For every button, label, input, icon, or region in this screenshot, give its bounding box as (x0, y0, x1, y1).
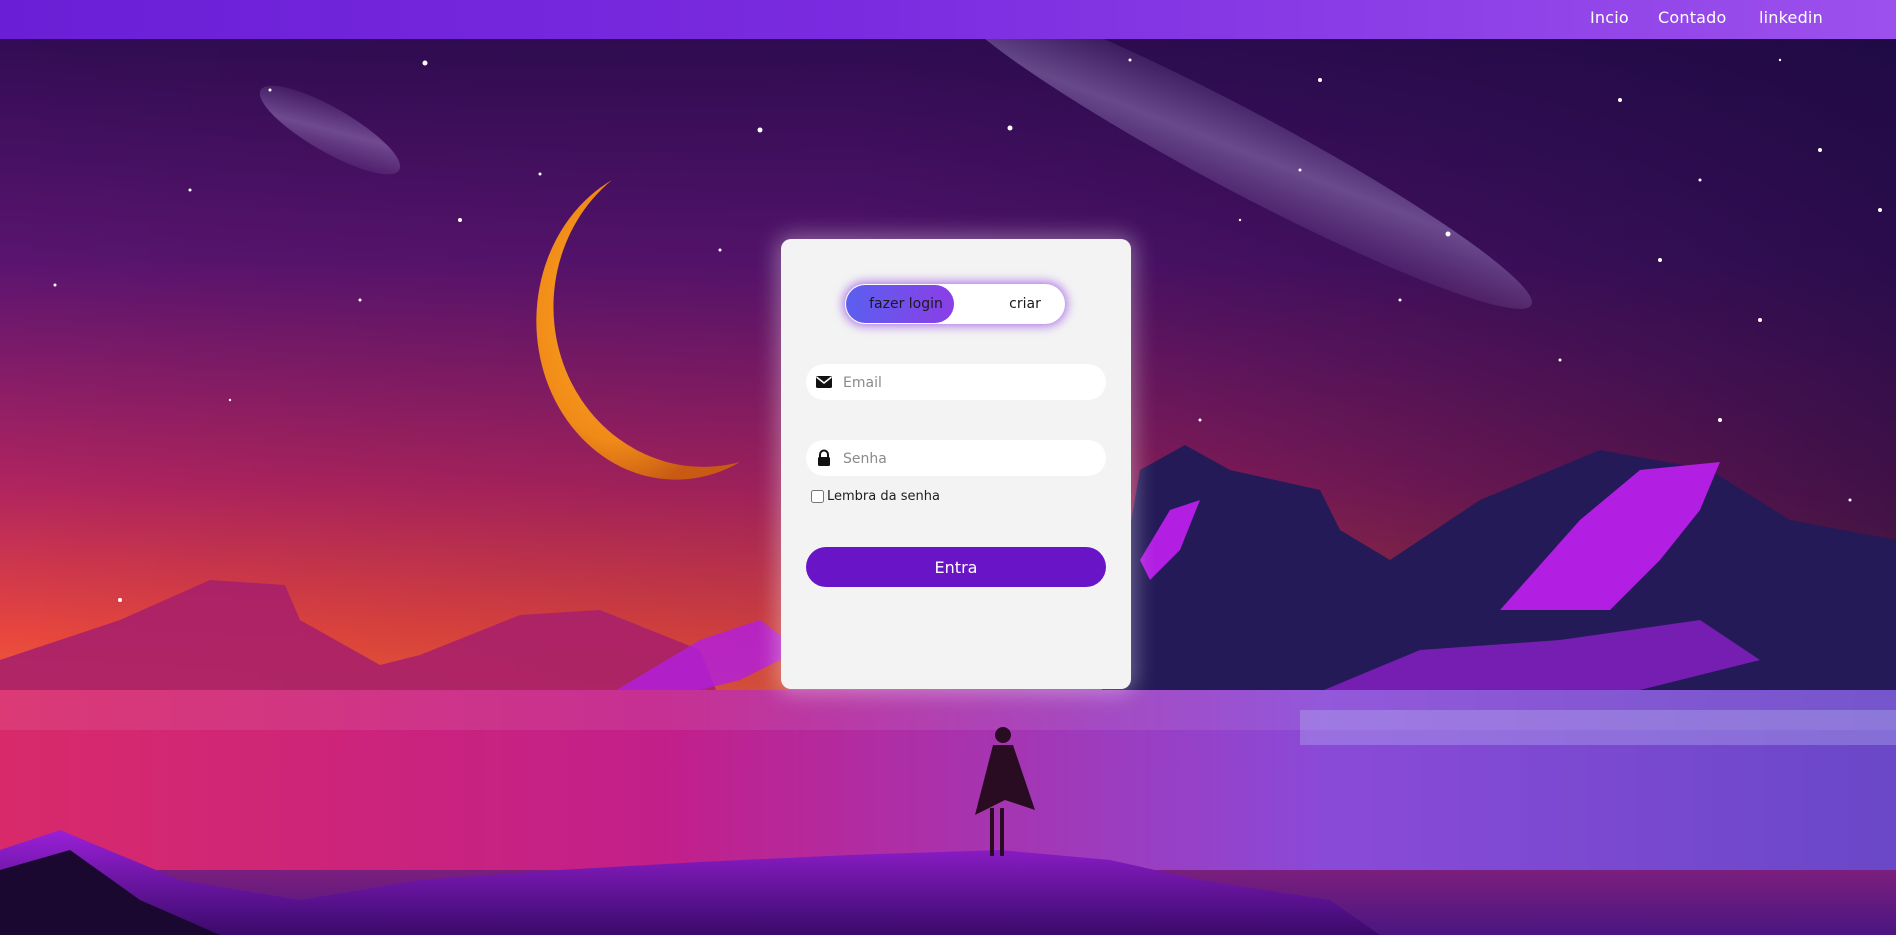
tab-create-account[interactable]: criar (995, 284, 1055, 324)
password-field (806, 440, 1106, 478)
remember-password: Lembra da senha (811, 487, 940, 505)
top-navbar: Incio Contado linkedin (0, 0, 1896, 39)
password-input[interactable] (841, 440, 1100, 478)
envelope-icon (815, 373, 833, 391)
nav-link-linkedin[interactable]: linkedin (1759, 8, 1823, 27)
email-field (806, 364, 1106, 402)
login-card: fazer login criar Lembra da senha Entra (781, 239, 1131, 689)
email-input[interactable] (841, 364, 1100, 402)
submit-button[interactable]: Entra (806, 547, 1106, 587)
remember-password-checkbox[interactable] (811, 489, 824, 503)
nav-link-contato[interactable]: Contado (1658, 8, 1727, 27)
tab-login[interactable]: fazer login (846, 284, 966, 324)
auth-mode-toggle: fazer login criar (845, 284, 1065, 324)
remember-password-label: Lembra da senha (827, 488, 940, 504)
lock-icon (815, 449, 833, 467)
nav-link-inicio[interactable]: Incio (1590, 8, 1629, 27)
